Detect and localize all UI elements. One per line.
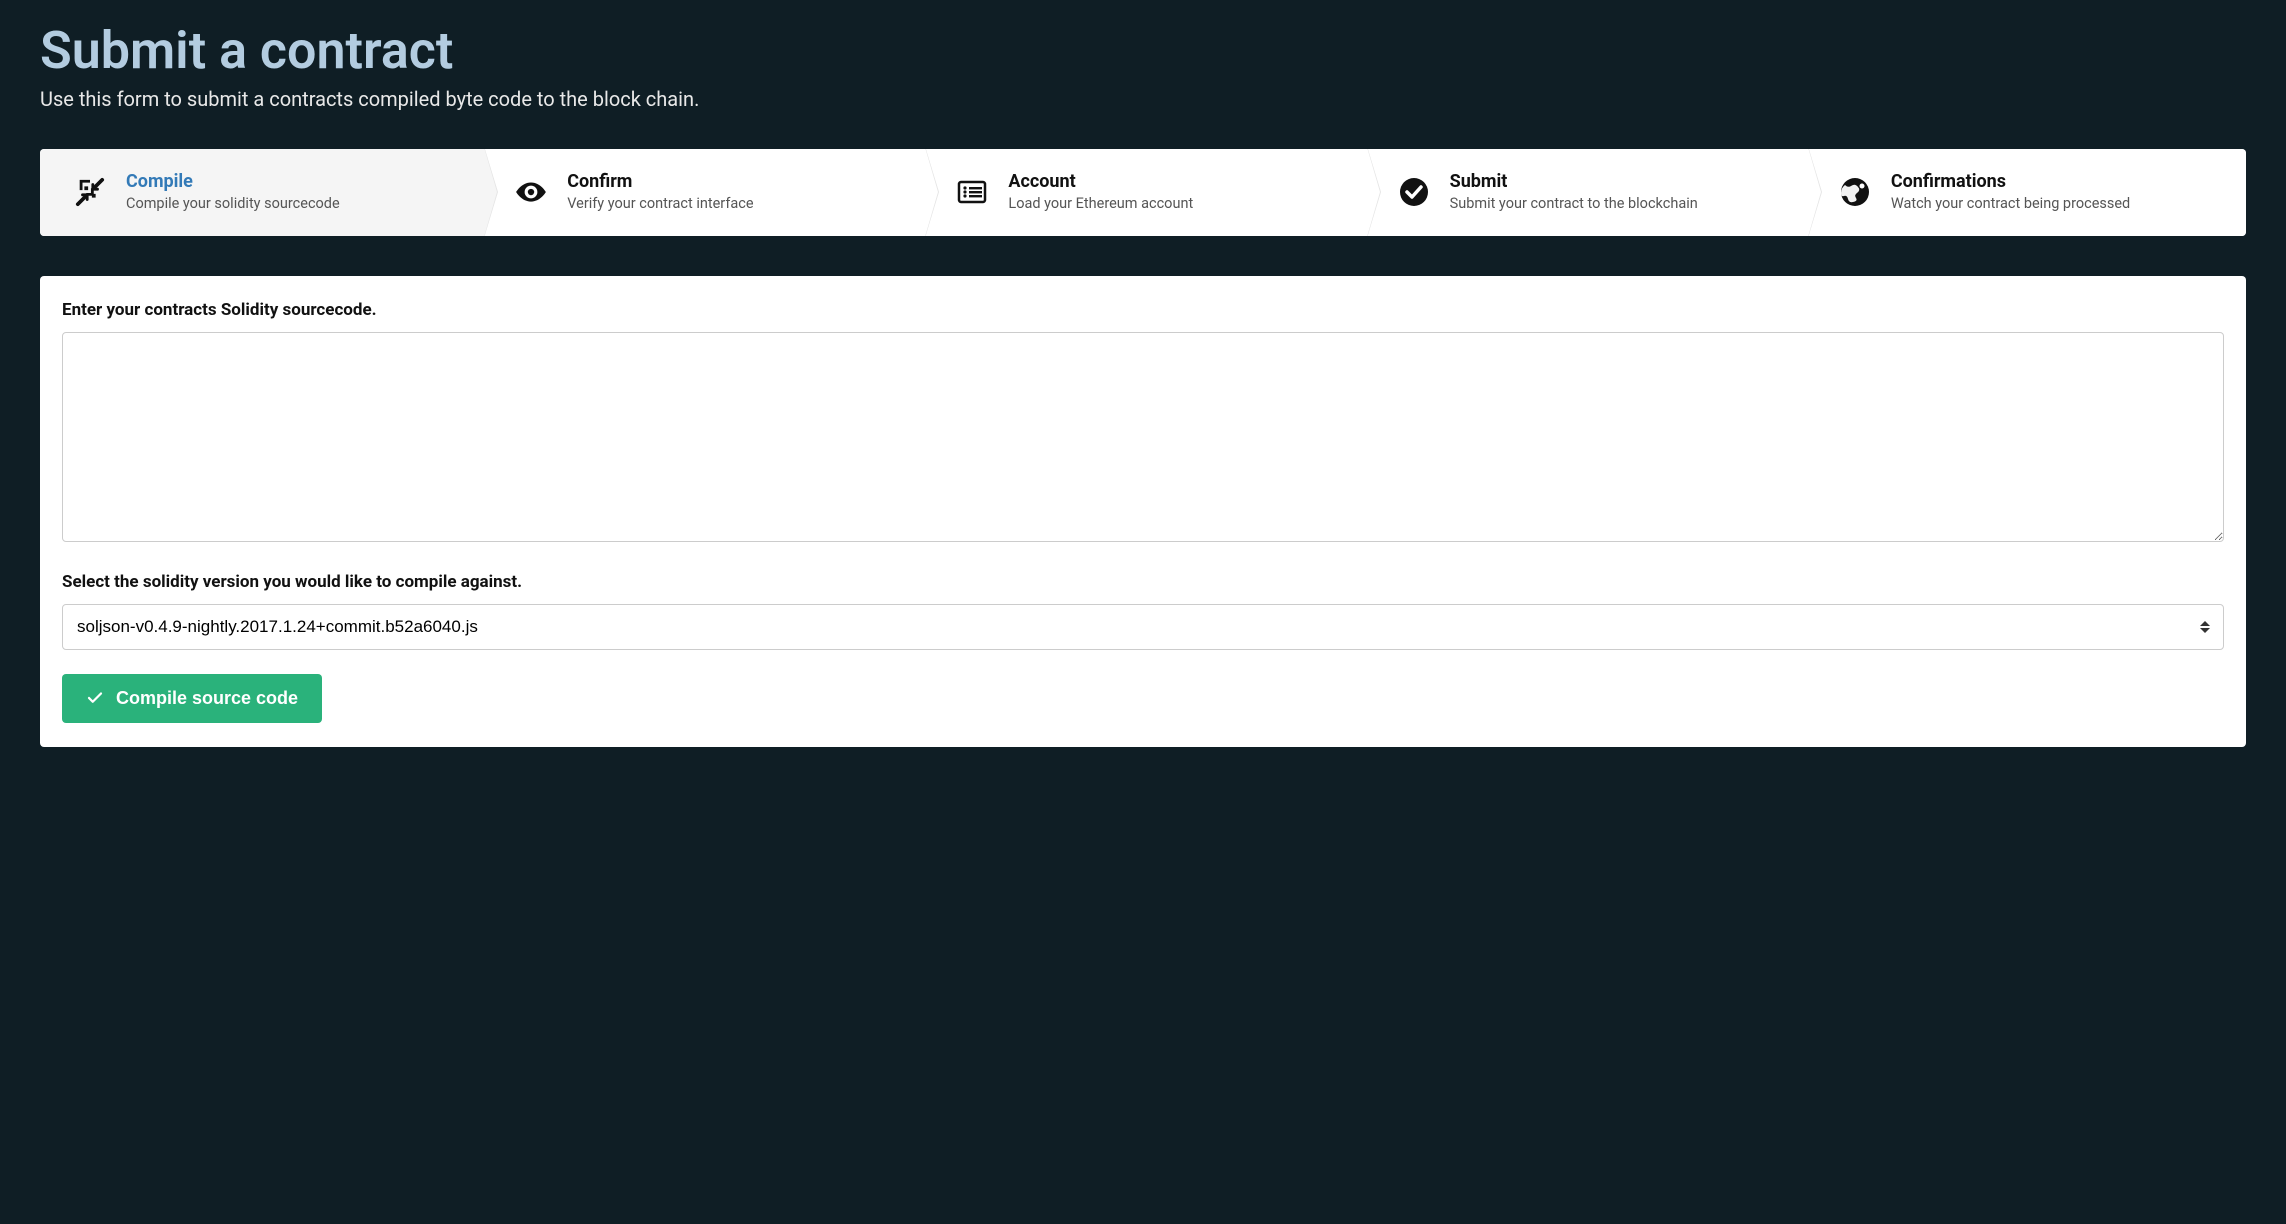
wizard-step-account[interactable]: Account Load your Ethereum account bbox=[922, 149, 1363, 236]
wizard-step-title: Submit bbox=[1450, 171, 1785, 192]
wizard-step-title: Account bbox=[1008, 171, 1343, 192]
page-title: Submit a contract bbox=[40, 20, 2246, 81]
wizard-step-desc: Watch your contract being processed bbox=[1891, 194, 2226, 214]
solidity-version-select[interactable]: soljson-v0.4.9-nightly.2017.1.24+commit.… bbox=[62, 604, 2224, 650]
wizard-step-compile[interactable]: Compile Compile your solidity sourcecode bbox=[40, 149, 481, 236]
wizard-steps: Compile Compile your solidity sourcecode… bbox=[40, 149, 2246, 236]
wizard-step-title: Compile bbox=[126, 171, 461, 192]
wizard-step-title: Confirmations bbox=[1891, 171, 2226, 192]
compile-button[interactable]: Compile source code bbox=[62, 674, 322, 723]
check-circle-icon bbox=[1396, 174, 1432, 210]
wizard-step-desc: Verify your contract interface bbox=[567, 194, 902, 214]
list-icon bbox=[954, 174, 990, 210]
wizard-step-confirm[interactable]: Confirm Verify your contract interface bbox=[481, 149, 922, 236]
eye-icon bbox=[513, 174, 549, 210]
wizard-step-title: Confirm bbox=[567, 171, 902, 192]
sourcecode-label: Enter your contracts Solidity sourcecode… bbox=[62, 300, 2224, 320]
compress-icon bbox=[72, 174, 108, 210]
compile-panel: Enter your contracts Solidity sourcecode… bbox=[40, 276, 2246, 747]
version-label: Select the solidity version you would li… bbox=[62, 572, 2224, 592]
page-subtitle: Use this form to submit a contracts comp… bbox=[40, 87, 2246, 111]
sourcecode-input[interactable] bbox=[62, 332, 2224, 542]
compile-button-label: Compile source code bbox=[116, 688, 298, 709]
check-icon bbox=[86, 689, 104, 707]
wizard-step-submit[interactable]: Submit Submit your contract to the block… bbox=[1364, 149, 1805, 236]
globe-icon bbox=[1837, 174, 1873, 210]
wizard-step-desc: Submit your contract to the blockchain bbox=[1450, 194, 1785, 214]
wizard-step-confirmations[interactable]: Confirmations Watch your contract being … bbox=[1805, 149, 2246, 236]
wizard-step-desc: Compile your solidity sourcecode bbox=[126, 194, 461, 214]
wizard-step-desc: Load your Ethereum account bbox=[1008, 194, 1343, 214]
